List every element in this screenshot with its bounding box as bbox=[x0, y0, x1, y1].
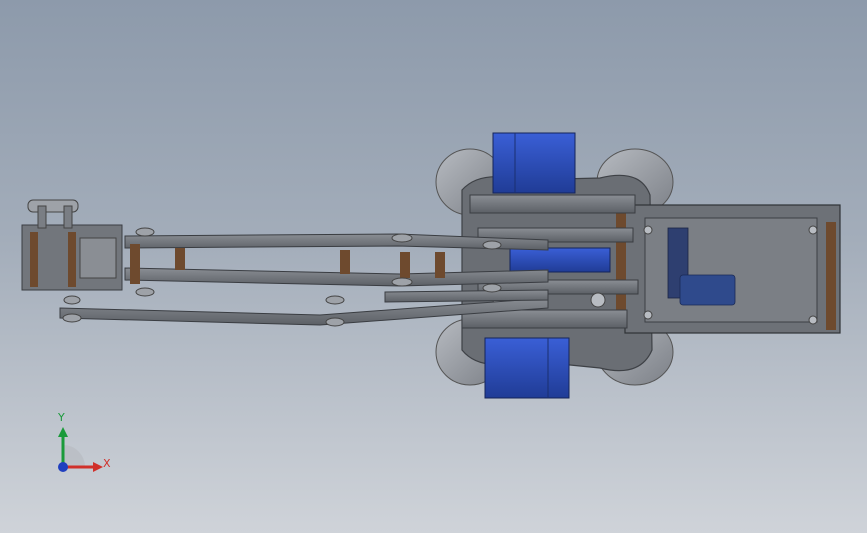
motor-top bbox=[492, 132, 576, 194]
gripper bbox=[21, 199, 123, 305]
control-box bbox=[616, 204, 841, 334]
arm-linkages bbox=[59, 233, 549, 326]
triad-x-label: X bbox=[103, 457, 111, 470]
battery-pack bbox=[679, 274, 736, 306]
triad-icon bbox=[58, 427, 103, 472]
orientation-triad: Y X bbox=[40, 405, 130, 485]
cad-viewport[interactable] bbox=[0, 0, 867, 533]
wood-spacer-right bbox=[826, 222, 836, 330]
motor-center bbox=[509, 247, 611, 273]
triad-y-label: Y bbox=[58, 411, 65, 424]
motor-bottom bbox=[484, 337, 570, 399]
